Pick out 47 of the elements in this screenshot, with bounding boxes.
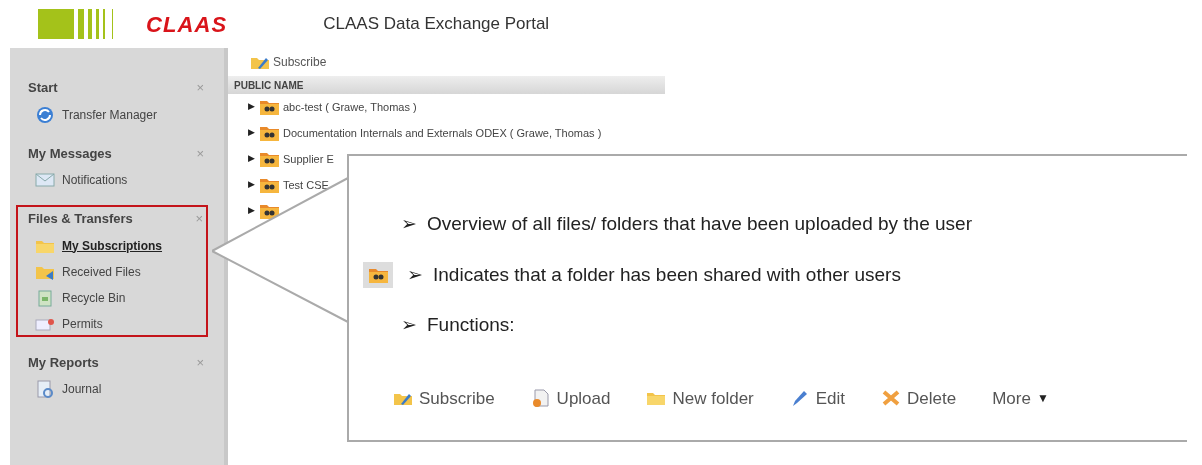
expand-icon[interactable]: ▶	[248, 152, 255, 166]
document-icon	[530, 389, 551, 408]
function-button[interactable]: Subscribe	[393, 385, 495, 411]
bullet-text: Functions:	[427, 313, 515, 337]
column-header: PUBLIC NAME	[228, 76, 665, 94]
shared-folder-icon	[259, 202, 279, 220]
table-cell-text: Test CSE	[283, 177, 329, 193]
globe-icon	[34, 105, 56, 124]
bullet-text: Indicates that a folder has been shared with other users	[433, 262, 901, 287]
bullet-text: Overview of all files/ folders that have been uploaded by the user	[427, 212, 972, 236]
nav-link[interactable]: Recycle Bin	[62, 288, 126, 307]
portal-title: CLAAS Data Exchange Portal	[323, 13, 550, 36]
function-button[interactable]: Upload	[530, 385, 611, 411]
nav-link[interactable]: Permits	[62, 314, 103, 333]
shared-folder-icon	[259, 98, 279, 116]
shared-folder-icon	[259, 176, 279, 194]
expand-icon[interactable]: ▶	[248, 126, 255, 140]
nav-link[interactable]: My Subscriptions	[62, 236, 162, 255]
section-title: Start	[28, 79, 58, 97]
more-menu-button[interactable]: More ▼	[992, 385, 1049, 411]
function-button[interactable]: Edit	[789, 385, 846, 411]
envelope-icon	[34, 171, 56, 189]
bullet-marker: ➢	[401, 313, 417, 337]
subscribe-button[interactable]: Subscribe	[250, 53, 327, 71]
nav-link[interactable]: Notifications	[62, 171, 128, 189]
expand-icon[interactable]: ▶	[248, 178, 255, 192]
table-cell-text: Documentation Internals and Externals ODEX ( Grawe, Thomas )	[283, 125, 602, 141]
shared-folder-icon	[259, 124, 279, 142]
bullet-marker: ➢	[407, 262, 423, 287]
expand-icon[interactable]: ▶	[248, 100, 255, 114]
section-title: My Reports	[28, 353, 99, 372]
cross-icon	[881, 389, 902, 408]
table-cell-text: abc-test ( Grawe, Thomas )	[283, 99, 417, 115]
nav-link[interactable]: Journal	[62, 380, 102, 398]
section-title: My Messages	[28, 144, 112, 163]
bullet-marker: ➢	[401, 212, 417, 236]
shared-folder-icon	[259, 150, 279, 168]
table-cell-text: Supplier E	[283, 151, 334, 167]
shared-folder-icon	[363, 261, 393, 288]
logo-wordmark: CLAAS	[146, 10, 228, 39]
function-button[interactable]: Delete	[881, 385, 957, 411]
function-button[interactable]: New folder	[646, 385, 754, 411]
nav-link[interactable]: Received Files	[62, 262, 141, 281]
nav-link[interactable]: Transfer Manager	[62, 105, 157, 124]
expand-icon[interactable]: ▶	[248, 204, 255, 218]
section-title: Files & Transfers	[28, 210, 133, 228]
report-icon	[34, 380, 56, 398]
